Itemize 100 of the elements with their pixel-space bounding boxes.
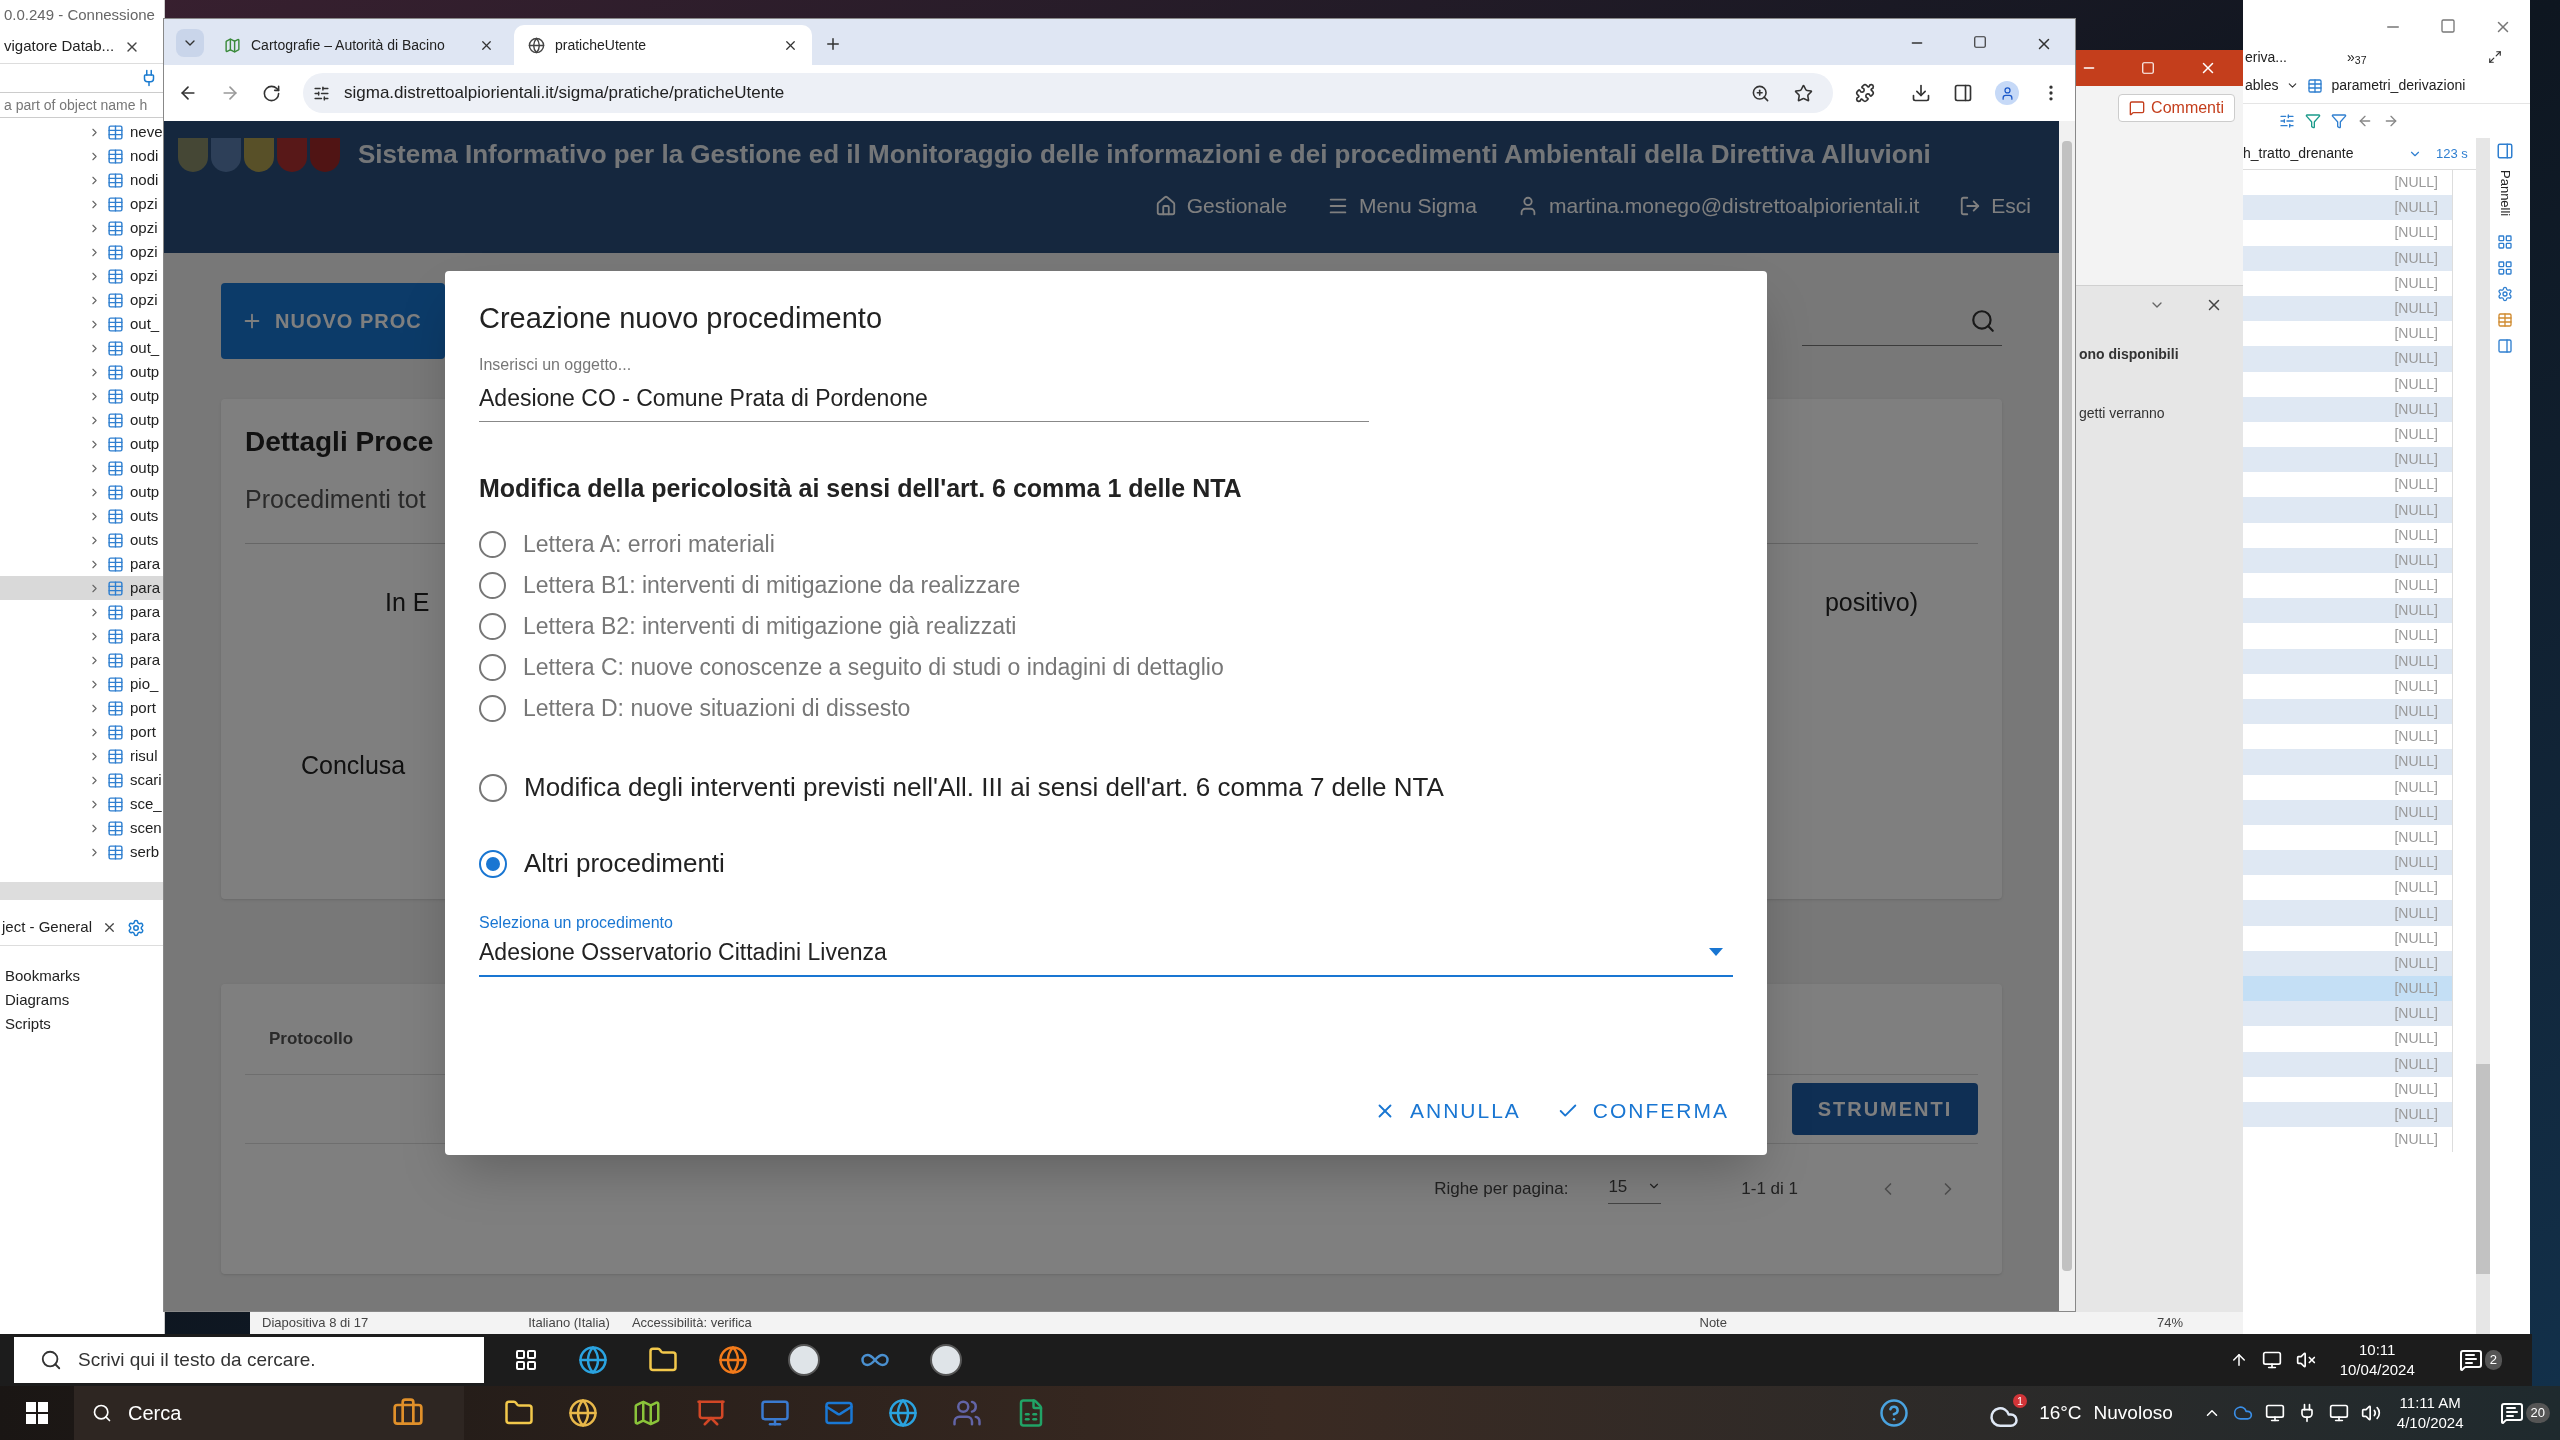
option-label[interactable]: Modifica degli interventi previsti nell'All. III ai sensi dell'art. 6 comma 7 delle NTA xyxy=(524,768,1444,807)
muted-volume-icon[interactable] xyxy=(2295,1350,2316,1370)
nav-link[interactable]: martina.monego@distrettoalpiorientali.it xyxy=(1516,190,1920,222)
tab-list-button[interactable] xyxy=(176,29,204,57)
new-tab-icon[interactable] xyxy=(824,35,842,53)
editor-tab[interactable]: eriva... xyxy=(2245,46,2287,68)
zoom-icon[interactable] xyxy=(1751,83,1770,103)
filter-icon[interactable] xyxy=(2305,113,2321,129)
tree-item[interactable]: nodi xyxy=(0,144,164,168)
language-status[interactable]: Italiano (Italia) xyxy=(528,1313,610,1333)
horizontal-scrollbar[interactable] xyxy=(0,882,164,900)
grid-icon[interactable] xyxy=(2497,234,2513,251)
nav-link[interactable]: Gestionale xyxy=(1154,190,1288,222)
tree-item[interactable]: pio_ xyxy=(0,672,164,696)
rows-per-page-select[interactable]: 15 xyxy=(1608,1173,1662,1204)
panel-tab[interactable]: vigatore Datab... xyxy=(4,35,115,58)
option-label[interactable]: Lettera B1: interventi di mitigazione da realizzare xyxy=(523,567,1021,603)
browser-icon[interactable] xyxy=(568,1398,598,1428)
confirm-button[interactable]: CONFERMA xyxy=(1552,1091,1733,1131)
panel-icon[interactable] xyxy=(2496,142,2514,160)
help-icon[interactable] xyxy=(1879,1398,1910,1428)
display-icon[interactable] xyxy=(2328,1403,2349,1423)
browser-tab[interactable]: praticheUtente xyxy=(514,25,812,65)
forward-icon[interactable] xyxy=(2383,113,2399,129)
task-view-icon[interactable] xyxy=(514,1348,538,1372)
team-chat-icon[interactable] xyxy=(952,1398,982,1428)
project-folder-item[interactable]: Scripts xyxy=(5,1012,164,1036)
scrollbar-thumb[interactable] xyxy=(2062,141,2072,1271)
notification-button[interactable]: 20 xyxy=(2499,1401,2550,1425)
network-icon[interactable] xyxy=(2264,1403,2285,1423)
option-label[interactable]: Lettera C: nuove conoscenze a seguito di studi o indagini di dettaglio xyxy=(523,649,1224,685)
breadcrumb-item[interactable]: parametri_derivazioni xyxy=(2331,75,2466,96)
tree-item[interactable]: opzi xyxy=(0,216,164,240)
volume-icon[interactable] xyxy=(2360,1403,2381,1423)
scrollbar-thumb[interactable] xyxy=(2476,1064,2490,1274)
tree-item[interactable]: opzi xyxy=(0,288,164,312)
profile-icon[interactable] xyxy=(1995,81,2019,105)
radio-button[interactable] xyxy=(479,612,506,640)
tree-item[interactable]: risul xyxy=(0,744,164,768)
side-panel-label[interactable]: Pannelli xyxy=(2495,170,2515,217)
browser-icon[interactable] xyxy=(888,1398,918,1428)
tree-item[interactable]: outp xyxy=(0,384,164,408)
subject-field[interactable]: Inserisci un oggetto... Adesione CO - Comune Prata di Pordenone xyxy=(479,352,1369,422)
tree-item[interactable]: port xyxy=(0,720,164,744)
tree-item[interactable]: serb xyxy=(0,840,164,864)
tree-item[interactable]: outs xyxy=(0,504,164,528)
tree-item[interactable]: out_ xyxy=(0,312,164,336)
notes-button[interactable]: Note xyxy=(1699,1313,1727,1333)
column-header[interactable]: h_tratto_drenante xyxy=(2243,143,2408,164)
tree-item[interactable]: opzi xyxy=(0,240,164,264)
cancel-button[interactable]: ANNULLA xyxy=(1369,1091,1525,1131)
option-label[interactable]: Altri procedimenti xyxy=(524,844,725,883)
reload-icon[interactable] xyxy=(262,83,281,103)
settings-icon[interactable] xyxy=(127,918,146,937)
search-field[interactable]: Scrivi qui il testo da cercare. xyxy=(14,1337,484,1383)
option-label[interactable]: Lettera D: nuove situazioni di dissesto xyxy=(523,690,911,726)
browser-icon[interactable] xyxy=(578,1345,608,1375)
tree-item[interactable]: opzi xyxy=(0,264,164,288)
map-app-icon[interactable] xyxy=(632,1398,662,1428)
column-header[interactable]: 123 s xyxy=(2436,143,2468,164)
notification-button[interactable]: 2 xyxy=(2458,1348,2502,1372)
panel-tab[interactable]: ject - General xyxy=(2,916,93,939)
browser-tab[interactable]: Cartografie – Autorità di Bacino xyxy=(210,25,508,65)
radio-button[interactable] xyxy=(479,694,506,722)
radio-button[interactable] xyxy=(479,849,507,878)
tree-item[interactable]: nodi xyxy=(0,168,164,192)
weather-widget[interactable]: 1 16°C Nuvoloso xyxy=(1989,1394,2173,1432)
side-panel-icon[interactable] xyxy=(1953,83,1973,103)
tree-item[interactable]: para xyxy=(0,624,164,648)
site-settings-icon[interactable] xyxy=(313,84,330,102)
restore-icon[interactable] xyxy=(2488,50,2502,64)
clock[interactable]: 10:11 10/04/2024 xyxy=(2339,1340,2415,1380)
tree-item[interactable]: para xyxy=(0,648,164,672)
grid-icon[interactable] xyxy=(2497,260,2513,277)
remote-desktop-icon[interactable] xyxy=(760,1398,790,1428)
radio-button[interactable] xyxy=(479,773,507,802)
extensions-icon[interactable] xyxy=(1855,83,1875,103)
tree-item[interactable]: outp xyxy=(0,408,164,432)
download-icon[interactable] xyxy=(1911,83,1931,103)
nav-link[interactable]: Esci xyxy=(1959,190,2031,222)
project-folder-item[interactable]: Diagrams xyxy=(5,988,164,1012)
tree-item[interactable]: para xyxy=(0,576,164,600)
breadcrumb-item[interactable]: ables xyxy=(2245,75,2279,96)
windows-logo-icon[interactable] xyxy=(26,1402,48,1424)
option-label[interactable]: Lettera B2: interventi di mitigazione già realizzati xyxy=(523,608,1017,644)
tree-item[interactable]: outp xyxy=(0,360,164,384)
comments-button[interactable]: Commenti xyxy=(2118,94,2235,122)
tree-item[interactable]: scari xyxy=(0,768,164,792)
tree-item[interactable]: outp xyxy=(0,480,164,504)
panel-icon[interactable] xyxy=(2497,338,2513,355)
network-icon[interactable] xyxy=(2261,1350,2282,1370)
tree-item[interactable]: para xyxy=(0,552,164,576)
tree-item[interactable]: neve xyxy=(0,120,164,144)
filter-icon[interactable] xyxy=(2331,113,2347,129)
tree-item[interactable]: outp xyxy=(0,432,164,456)
tree-item[interactable]: scen xyxy=(0,816,164,840)
tree-item[interactable]: opzi xyxy=(0,192,164,216)
tree-item[interactable]: para xyxy=(0,600,164,624)
search-field[interactable]: Cerca xyxy=(74,1386,464,1440)
accessibility-status[interactable]: Accessibilità: verifica xyxy=(631,1313,752,1333)
